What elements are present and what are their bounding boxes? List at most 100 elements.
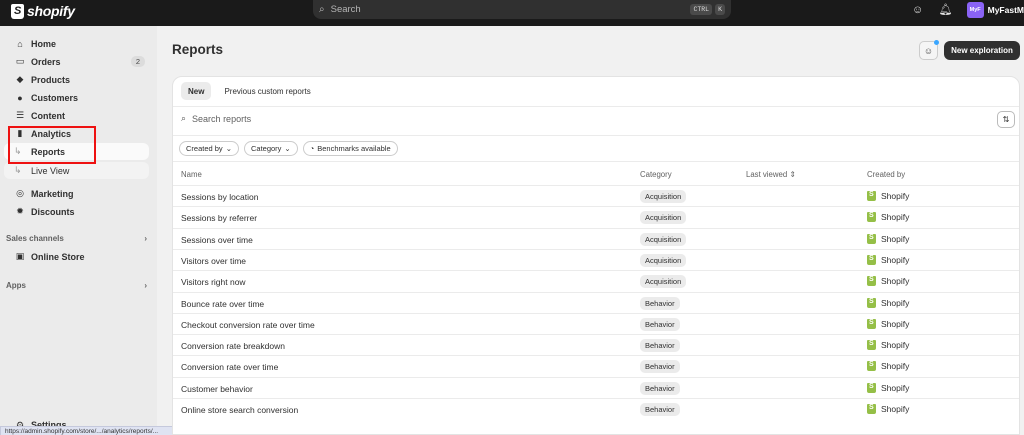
home-icon: ⌂ — [17, 38, 23, 49]
report-name[interactable]: Customer behavior — [181, 384, 253, 394]
sidebar-item-label: Customers — [31, 92, 79, 103]
shopify-bag-icon — [867, 318, 876, 329]
created-by-filter[interactable]: Created by ⌄ — [179, 141, 239, 156]
orders-count-badge: 2 — [130, 56, 145, 67]
shopify-bag-icon — [867, 404, 876, 414]
bell-icon[interactable]: 🔔︎ — [939, 3, 953, 16]
category-badge: Behavior — [640, 317, 680, 331]
store-menu[interactable]: MyF MyFastM — [966, 1, 1024, 18]
sidebar-item-orders[interactable]: ▭ Orders 2 — [4, 53, 149, 70]
sidebar-item-live-view[interactable]: ↳ Live View — [4, 162, 149, 179]
shortcut-key-ctrl: CTRL — [690, 4, 713, 15]
column-header-category[interactable]: Category — [640, 170, 672, 179]
apps-section[interactable]: Apps › — [6, 281, 147, 290]
tab-new[interactable]: New — [181, 82, 212, 100]
storefront-icon: ▣ — [15, 251, 25, 261]
divider — [173, 106, 1019, 107]
sidebar-item-content[interactable]: ☰ Content — [4, 107, 149, 124]
sort-arrows-icon: ⇅ — [1002, 115, 1010, 124]
report-name[interactable]: Sessions over time — [181, 235, 253, 245]
filter-label: Created by — [186, 144, 223, 153]
report-name[interactable]: Visitors over time — [181, 256, 246, 266]
chevron-right-icon: › — [144, 234, 147, 243]
category-badge: Behavior — [640, 381, 680, 395]
global-search-input[interactable]: ⌕ Search CTRL K — [313, 0, 731, 19]
creator-name: Shopify — [881, 233, 910, 244]
shopify-logo[interactable]: shopify — [11, 3, 75, 19]
divider — [173, 161, 1019, 162]
table-row[interactable]: Checkout conversion rate over time Behavi… — [173, 312, 1019, 334]
column-header-name[interactable]: Name — [181, 170, 202, 179]
sort-button[interactable]: ⇅ — [997, 111, 1015, 128]
shopify-bag-icon — [867, 276, 876, 287]
category-badge: Acquisition — [640, 253, 687, 267]
table-row[interactable]: Online store search conversion Behavior Sh… — [173, 398, 1019, 419]
chevron-right-icon: › — [144, 281, 147, 290]
column-header-last-viewed[interactable]: Last viewed ⇕ — [746, 170, 796, 179]
table-row[interactable]: Sessions over time Acquisition Shopify — [173, 227, 1019, 249]
created-by-cell: Shopify — [867, 318, 909, 329]
category-filter[interactable]: Category ⌄ — [243, 141, 298, 156]
shopify-bag-icon — [867, 382, 876, 393]
subnav-arrow-icon: ↳ — [14, 165, 22, 175]
sales-channels-section[interactable]: Sales channels › — [6, 234, 147, 243]
created-by-cell: Shopify — [867, 191, 909, 201]
table-row[interactable]: Conversion rate breakdown Behavior Shopify — [173, 334, 1019, 355]
table-row[interactable]: Customer behavior Behavior Shopify — [173, 376, 1019, 398]
sidebar-item-discounts[interactable]: ✹ Discounts — [4, 203, 149, 220]
benchmarks-filter[interactable]: ◔ Benchmarks available — [302, 141, 398, 156]
report-name[interactable]: Online store search conversion — [181, 405, 298, 415]
report-name[interactable]: Bounce rate over time — [181, 299, 264, 309]
sparkle-person-icon: ☺ — [923, 45, 934, 56]
chevron-down-icon: ⌄ — [225, 144, 232, 153]
reports-search-input[interactable]: ⌕ Search reports — [181, 113, 251, 124]
category-badge: Acquisition — [640, 190, 687, 203]
sidebar-item-label: Products — [31, 74, 71, 85]
sidekick-icon[interactable]: ☺ — [911, 4, 925, 16]
table-row[interactable]: Sessions by location Acquisition Shopify — [173, 185, 1019, 206]
category-badge: Acquisition — [640, 275, 687, 289]
sidebar-item-products[interactable]: ◆ Products — [4, 71, 149, 88]
top-bar: shopify ⌕ Search CTRL K ☺ 🔔︎ MyF MyFastM — [0, 0, 1024, 26]
report-name[interactable]: Sessions by referrer — [181, 213, 257, 223]
sidebar-item-online-store[interactable]: ▣ Online Store — [4, 248, 149, 265]
table-row[interactable]: Bounce rate over time Behavior Shopify — [173, 291, 1019, 313]
tab-previous-custom-reports[interactable]: Previous custom reports — [217, 82, 317, 100]
created-by-cell: Shopify — [867, 212, 909, 223]
table-row[interactable]: Visitors over time Acquisition Shopify — [173, 248, 1019, 270]
report-name[interactable]: Sessions by location — [181, 192, 259, 202]
report-name[interactable]: Checkout conversion rate over time — [181, 320, 315, 330]
sidebar-item-home[interactable]: ⌂ Home — [4, 35, 149, 52]
created-by-cell: Shopify — [867, 276, 909, 287]
created-by-cell: Shopify — [867, 382, 909, 393]
creator-name: Shopify — [881, 361, 910, 372]
category-badge: Acquisition — [640, 211, 687, 225]
report-name[interactable]: Conversion rate over time — [181, 362, 278, 372]
highlight-annotation-box — [8, 126, 96, 164]
sidebar-item-label: Online Store — [31, 251, 85, 262]
search-icon: ⌕ — [181, 113, 187, 123]
shortcut-key-k: K — [715, 4, 725, 15]
category-badge: Acquisition — [640, 232, 687, 246]
table-row[interactable]: Visitors right now Acquisition Shopify — [173, 270, 1019, 291]
notification-dot — [934, 40, 939, 45]
report-name[interactable]: Conversion rate breakdown — [181, 341, 285, 351]
page-title: Reports — [172, 42, 224, 57]
content-icon: ☰ — [15, 110, 25, 120]
shopify-bag-icon — [867, 340, 876, 351]
store-name: MyFastM — [987, 4, 1024, 15]
chevron-down-icon: ⌄ — [284, 144, 291, 153]
table-row[interactable]: Conversion rate over time Behavior Shopify — [173, 355, 1019, 376]
report-name[interactable]: Visitors right now — [181, 277, 246, 287]
sidebar-item-customers[interactable]: ● Customers — [4, 89, 149, 106]
sidebar-item-label: Orders — [31, 56, 61, 67]
tag-icon: ◆ — [16, 74, 24, 84]
table-row[interactable]: Sessions by referrer Acquisition Shopify — [173, 206, 1019, 227]
sidebar-item-marketing[interactable]: ◎ Marketing — [4, 185, 149, 202]
sidebar-item-label: Marketing — [31, 188, 74, 199]
creator-name: Shopify — [881, 297, 910, 308]
sidekick-button[interactable]: ☺ — [919, 40, 939, 60]
new-exploration-button[interactable]: New exploration — [944, 41, 1020, 60]
sort-indicator-icon: ⇕ — [789, 170, 796, 179]
column-header-created-by[interactable]: Created by — [867, 170, 905, 179]
